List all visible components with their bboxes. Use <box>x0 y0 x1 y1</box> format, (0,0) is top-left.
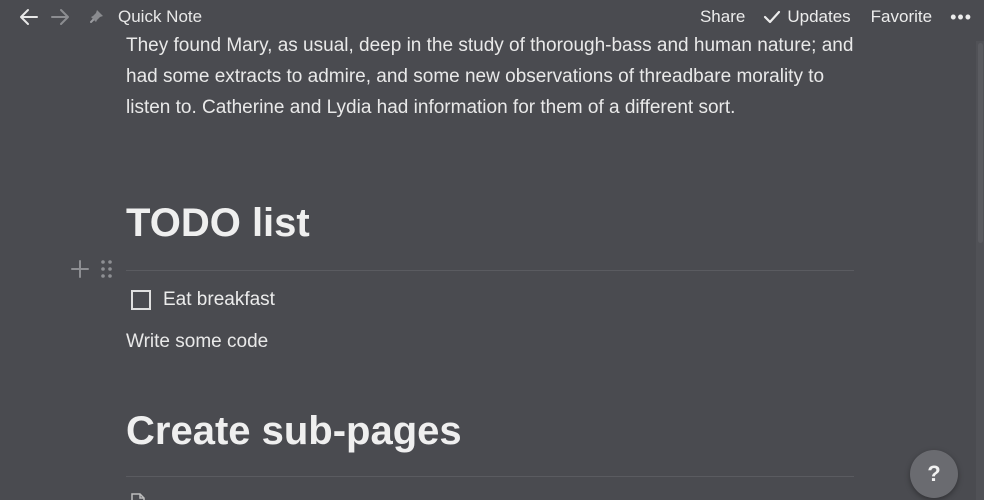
drag-handle-icon[interactable] <box>100 258 114 280</box>
text-paragraph[interactable]: They found Mary, as usual, deep in the s… <box>126 30 856 123</box>
favorite-button[interactable]: Favorite <box>871 7 932 27</box>
text-line[interactable]: Write some code <box>126 331 268 353</box>
share-button[interactable]: Share <box>700 7 745 27</box>
more-options-icon[interactable]: ••• <box>950 7 972 28</box>
top-bar: Quick Note Share Updates Favorite ••• <box>0 0 984 34</box>
help-button[interactable]: ? <box>910 450 958 498</box>
todo-item-label[interactable]: Eat breakfast <box>163 289 275 311</box>
checkmark-icon <box>763 10 781 24</box>
divider <box>126 476 854 477</box>
scrollbar-thumb[interactable] <box>978 43 983 243</box>
todo-item: Eat breakfast <box>131 289 275 311</box>
divider <box>126 270 854 271</box>
add-block-plus-icon[interactable] <box>70 259 90 279</box>
heading-create-sub-pages[interactable]: Create sub-pages <box>126 409 462 454</box>
top-actions: Share Updates Favorite ••• <box>700 0 984 34</box>
pin-icon <box>87 6 107 26</box>
forward-arrow-icon[interactable] <box>49 7 71 27</box>
heading-todo-list[interactable]: TODO list <box>126 201 310 246</box>
page-title-breadcrumb[interactable]: Quick Note <box>118 7 202 27</box>
page-icon[interactable] <box>131 493 145 500</box>
block-handle <box>70 258 114 280</box>
updates-button[interactable]: Updates <box>763 7 851 27</box>
back-arrow-icon[interactable] <box>18 7 40 27</box>
updates-label: Updates <box>787 7 851 26</box>
todo-checkbox[interactable] <box>131 290 151 310</box>
